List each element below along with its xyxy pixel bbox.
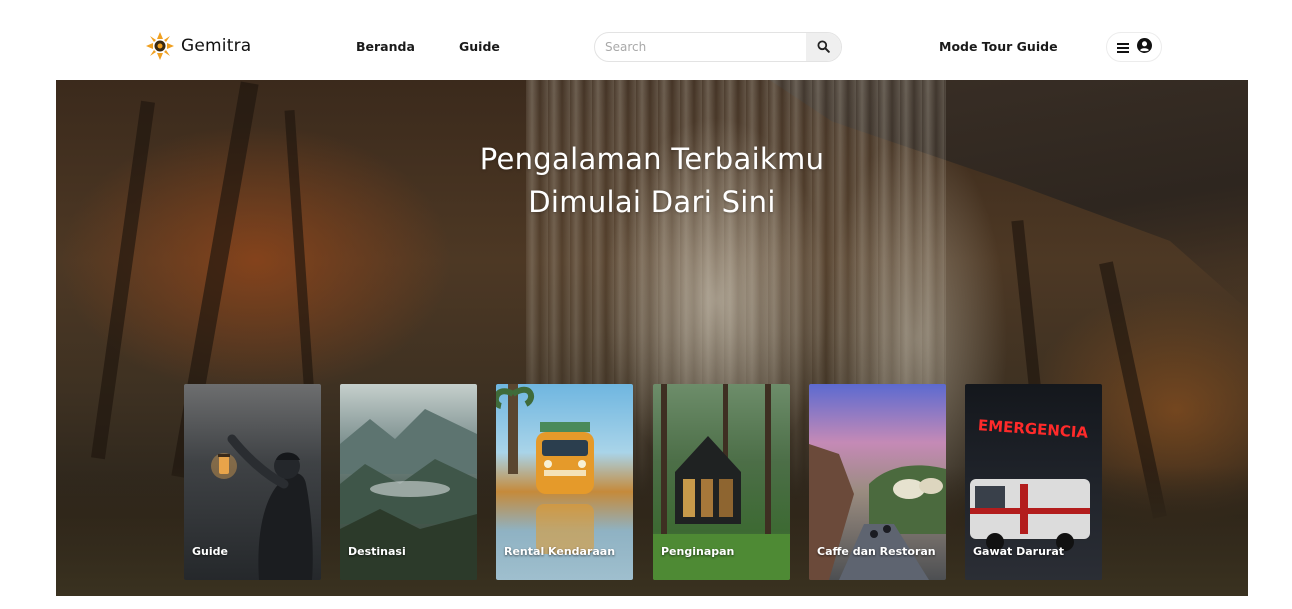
category-label: Caffe dan Restoran — [817, 545, 936, 558]
hero-title-line-2: Dimulai Dari Sini — [528, 185, 776, 219]
nav-link-beranda[interactable]: Beranda — [356, 39, 415, 54]
search-bar — [594, 32, 842, 62]
brand-name: Gemitra — [181, 36, 252, 56]
category-card-guide[interactable]: Guide — [184, 384, 321, 580]
search-input[interactable] — [595, 33, 807, 61]
category-card-destinasi[interactable]: Destinasi — [340, 384, 477, 580]
hamburger-menu-icon — [1116, 38, 1129, 57]
category-label: Rental Kendaraan — [504, 545, 616, 558]
emergency-sign-text: EMERGENCIA — [977, 416, 1089, 442]
category-card-caffe-dan-restoran[interactable]: Caffe dan Restoran — [809, 384, 946, 580]
category-card-gawat-darurat[interactable]: EMERGENCIA Gawat Darurat — [965, 384, 1102, 580]
top-navbar: Gemitra Beranda Guide Mode Tour Guide — [0, 0, 1292, 80]
category-label: Gawat Darurat — [973, 545, 1065, 558]
user-menu-button[interactable] — [1106, 32, 1162, 62]
sun-logo-icon — [145, 31, 175, 61]
hero-banner: Pengalaman Terbaikmu Dimulai Dari Sini G… — [56, 80, 1248, 596]
hero-title: Pengalaman Terbaikmu Dimulai Dari Sini — [56, 138, 1248, 224]
category-label: Penginapan — [661, 545, 735, 558]
search-icon — [817, 38, 830, 57]
mode-tour-guide-link[interactable]: Mode Tour Guide — [939, 39, 1058, 54]
hero-title-line-1: Pengalaman Terbaikmu — [479, 142, 825, 176]
brand-logo[interactable]: Gemitra — [145, 31, 251, 61]
nav-link-guide[interactable]: Guide — [459, 39, 500, 54]
search-button[interactable] — [806, 33, 841, 61]
category-card-rental-kendaraan[interactable]: Rental Kendaraan — [496, 384, 633, 580]
category-label: Guide — [192, 545, 228, 558]
user-circle-icon — [1136, 37, 1152, 57]
category-card-penginapan[interactable]: Penginapan — [653, 384, 790, 580]
category-label: Destinasi — [348, 545, 406, 558]
